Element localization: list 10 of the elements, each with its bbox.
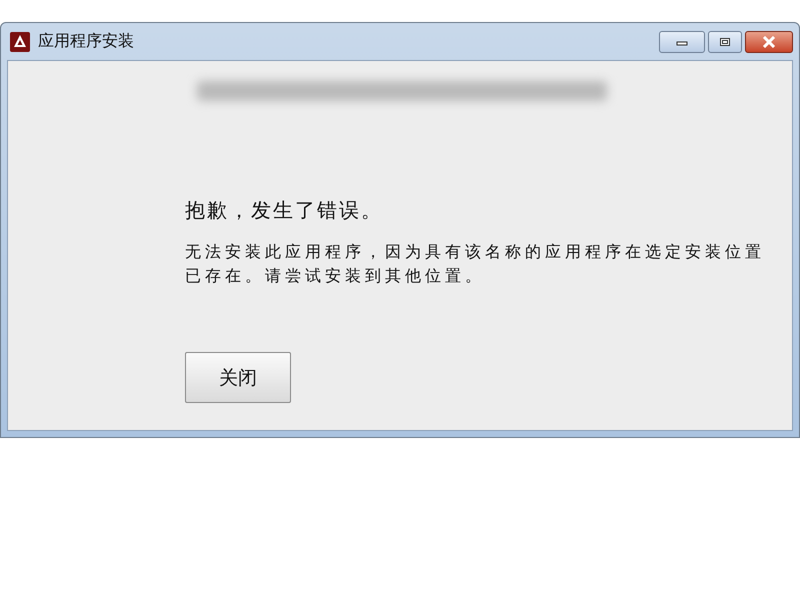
close-dialog-button[interactable]: 关闭 xyxy=(185,352,291,403)
maximize-icon xyxy=(719,37,731,47)
window-title: 应用程序安装 xyxy=(38,31,134,52)
error-heading: 抱歉，发生了错误。 xyxy=(185,197,384,224)
minimize-button[interactable] xyxy=(659,31,705,53)
app-icon xyxy=(10,32,30,52)
close-icon xyxy=(762,36,776,48)
maximize-button[interactable] xyxy=(708,31,742,53)
error-message: 无法安装此应用程序，因为具有该名称的应用程序在选定安装位置已存在。请尝试安装到其他位置。 xyxy=(185,241,766,287)
close-button[interactable] xyxy=(745,31,793,53)
